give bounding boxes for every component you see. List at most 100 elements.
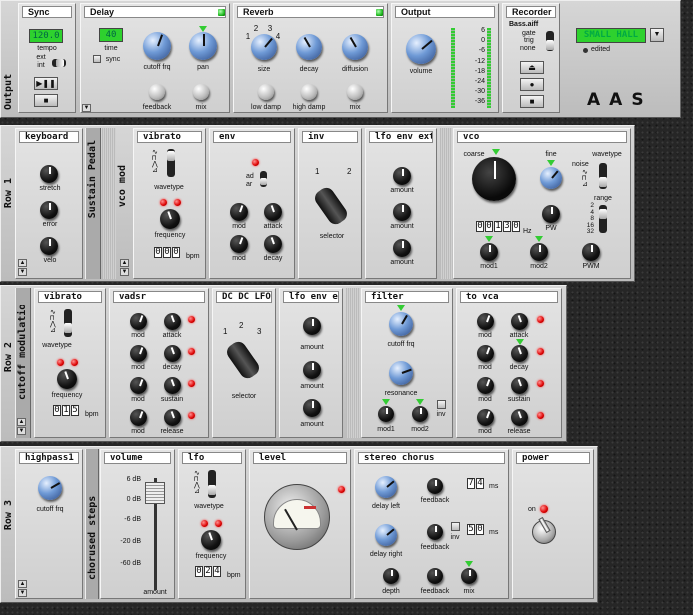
vadsr-mod-knob-4[interactable] [130,409,147,426]
error-knob[interactable] [40,201,58,219]
scroll-down[interactable]: ▼ [18,268,27,276]
env-mod-knob-1[interactable] [230,203,248,221]
velo-knob[interactable] [40,237,58,255]
inv-checkbox[interactable] [451,522,460,531]
reverb-mix-knob[interactable] [347,84,363,100]
frequency-knob[interactable] [201,530,221,550]
delay-left-knob[interactable] [375,476,397,498]
delay-right-knob[interactable] [375,524,397,546]
env-mode-switch[interactable] [260,171,267,187]
low-damp-knob[interactable] [258,84,274,100]
filter-cutoff-knob[interactable] [389,312,413,336]
output-scroll-down[interactable]: ▼ [82,104,91,112]
scroll-up[interactable]: ▲ [18,580,27,588]
bpm-digits[interactable]: 000 [154,247,180,258]
vca-attack-knob[interactable] [511,313,528,330]
record-button[interactable]: ● [520,78,544,91]
scroll-down[interactable]: ▼ [17,427,26,435]
frequency-knob[interactable] [57,369,77,389]
scroll-up[interactable]: ▲ [17,418,26,426]
selector-switch[interactable] [311,184,351,228]
play-pause-button[interactable]: ▶❚❚ [34,77,58,90]
delay-cutoff-knob[interactable] [143,32,171,60]
feedback-knob[interactable] [149,84,165,100]
scroll-up[interactable]: ▲ [120,259,129,267]
env-mod-knob-2[interactable] [230,235,248,253]
chorus-mix-knob[interactable] [461,568,477,584]
amount-knob-1[interactable] [393,167,411,185]
vadsr-release-knob[interactable] [164,409,181,426]
vca-decay-knob[interactable] [511,345,528,362]
filter-mod2-knob[interactable] [412,406,428,422]
vadsr-sustain-knob[interactable] [164,377,181,394]
feedback-knob-1[interactable] [427,478,443,494]
time-display[interactable]: 40 [99,28,123,42]
volume-knob[interactable] [406,34,436,64]
vadsr-mod-knob-3[interactable] [130,377,147,394]
sync-checkbox[interactable] [93,55,101,63]
amount-knob-3[interactable] [393,239,411,257]
scroll-up[interactable]: ▲ [18,259,27,267]
vca-mod-knob-2[interactable] [477,345,494,362]
vco-mod1-knob[interactable] [480,243,498,261]
vadsr-decay-knob[interactable] [164,345,181,362]
preset-dropdown-button[interactable]: ▼ [650,28,664,42]
recorder-stop-button[interactable]: ■ [520,95,544,108]
reverb-enable-led[interactable] [376,9,383,16]
volume-fader[interactable] [145,482,165,504]
stop-button[interactable]: ■ [34,94,58,107]
inv-checkbox[interactable] [437,400,446,409]
vca-release-knob[interactable] [511,409,528,426]
scroll-down[interactable]: ▼ [120,268,129,276]
amount-knob-2[interactable] [393,203,411,221]
env-decay-knob[interactable] [264,235,282,253]
vco-mod2-knob[interactable] [530,243,548,261]
tempo-display[interactable]: 120.0 [29,29,63,43]
stretch-knob[interactable] [40,165,58,183]
ms-digits-2[interactable]: 50 [467,524,484,535]
fine-knob[interactable] [540,167,562,189]
pwm-knob[interactable] [582,243,600,261]
delay-pan-knob[interactable] [189,32,217,60]
recorder-mode-switch[interactable] [546,31,554,51]
amount-knob-2[interactable] [303,361,321,379]
bpm-digits[interactable]: 015 [53,405,79,416]
vca-mod-knob-1[interactable] [477,313,494,330]
range-switch[interactable] [599,205,607,233]
selector-switch[interactable] [223,338,263,382]
ms-digits-1[interactable]: 74 [467,478,484,489]
reverb-decay-knob[interactable] [296,34,322,60]
delay-mix-knob[interactable] [193,84,209,100]
vca-sustain-knob[interactable] [511,377,528,394]
amount-knob-3[interactable] [303,399,321,417]
vca-mod-knob-4[interactable] [477,409,494,426]
vadsr-mod-knob-1[interactable] [130,313,147,330]
hz-digits[interactable]: 00130 [476,221,520,232]
env-attack-knob[interactable] [264,203,282,221]
reverb-size-knob[interactable] [251,34,277,60]
preset-display[interactable]: SMALL HALL [576,28,646,43]
vadsr-attack-knob[interactable] [164,313,181,330]
feedback-knob-3[interactable] [427,568,443,584]
coarse-knob[interactable] [472,157,516,201]
filter-mod1-knob[interactable] [378,406,394,422]
reverb-diffusion-knob[interactable] [342,34,368,60]
wavetype-switch[interactable] [208,470,216,498]
bpm-digits[interactable]: 024 [195,566,221,577]
wavetype-switch[interactable] [167,149,175,177]
vca-mod-knob-3[interactable] [477,377,494,394]
eject-button[interactable]: ⏏ [520,61,544,74]
frequency-knob[interactable] [160,209,180,229]
resonance-knob[interactable] [389,361,413,385]
power-toggle[interactable] [532,516,556,544]
vco-wavetype-switch[interactable] [599,163,607,189]
depth-knob[interactable] [383,568,399,584]
delay-enable-led[interactable] [218,9,225,16]
sync-source-toggle[interactable] [52,59,66,67]
feedback-knob-2[interactable] [427,524,443,540]
highpass-cutoff-knob[interactable] [38,476,62,500]
scroll-down[interactable]: ▼ [18,589,27,597]
high-damp-knob[interactable] [301,84,317,100]
amount-knob-1[interactable] [303,317,321,335]
vadsr-mod-knob-2[interactable] [130,345,147,362]
